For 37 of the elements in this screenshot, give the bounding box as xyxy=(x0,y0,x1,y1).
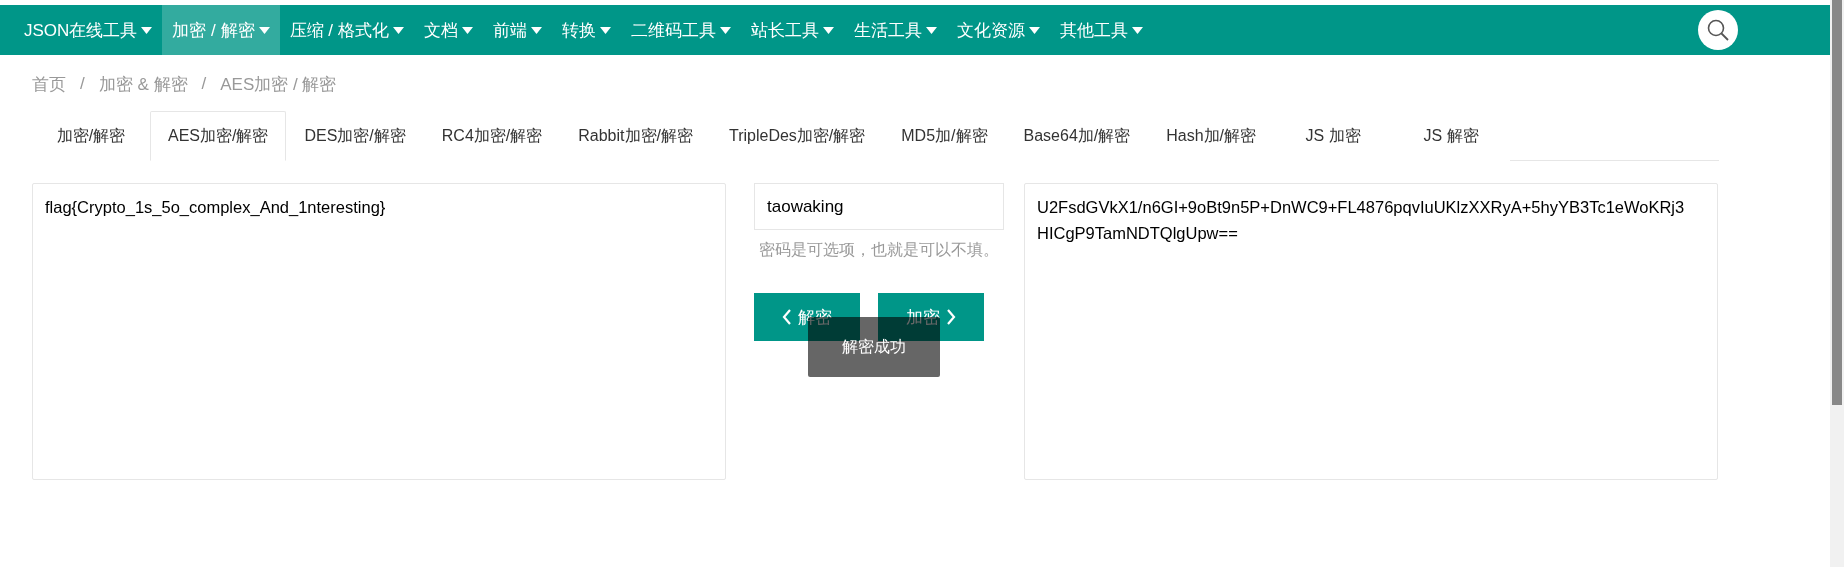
scrollbar[interactable] xyxy=(1830,0,1844,567)
caret-icon xyxy=(1131,26,1143,34)
search-icon xyxy=(1706,18,1730,42)
breadcrumb-link[interactable]: AES加密 / 解密 xyxy=(220,72,337,96)
plaintext-field[interactable]: flag{Crypto_1s_5o_complex_And_1nteresting} xyxy=(32,183,726,480)
caret-icon xyxy=(925,26,937,34)
nav-menu-item[interactable]: JSON在线工具 xyxy=(14,5,163,55)
chevron-left-icon xyxy=(782,309,792,325)
nav-menu-item[interactable]: 其他工具 xyxy=(1049,5,1153,55)
nav-menu-item[interactable]: 文化资源 xyxy=(946,5,1050,55)
chevron-right-icon xyxy=(946,309,956,325)
nav-menu-item[interactable]: 加密 / 解密 xyxy=(162,5,280,55)
search-button[interactable] xyxy=(1698,10,1738,50)
caret-icon xyxy=(530,26,542,34)
caret-icon xyxy=(461,26,473,34)
caret-icon xyxy=(1028,26,1040,34)
nav-menu-item[interactable]: 二维码工具 xyxy=(620,5,741,55)
nav-menu-item[interactable]: 前端 xyxy=(482,5,552,55)
nav-menu-item[interactable]: 文档 xyxy=(413,5,483,55)
breadcrumb-link[interactable]: 加密 & 解密 xyxy=(98,72,188,96)
breadcrumb-link[interactable]: 首页 xyxy=(32,72,66,96)
tab[interactable]: AES加密/解密 xyxy=(150,111,287,161)
nav-menu-item[interactable]: 站长工具 xyxy=(740,5,844,55)
caret-icon xyxy=(822,26,834,34)
caret-icon xyxy=(392,26,404,34)
caret-icon xyxy=(599,26,611,34)
ciphertext-field[interactable]: U2FsdGVkX1/n6GI+9oBt9n5P+DnWC9+FL4876pqvIuUKlzXXRyA+5hyYB3Tc1eWoKRj3HICgP9TamNDTQlgUpw== xyxy=(1024,183,1718,480)
nav-menu-item[interactable]: 生活工具 xyxy=(843,5,947,55)
caret-icon xyxy=(141,26,153,34)
password-hint: 密码是可选项，也就是可以不填。 xyxy=(758,240,1000,260)
breadcrumb-separator: / xyxy=(201,74,207,94)
caret-icon xyxy=(719,26,731,34)
breadcrumb-separator: / xyxy=(80,74,85,94)
password-field[interactable]: taowaking xyxy=(754,183,1004,230)
caret-icon xyxy=(258,26,270,34)
nav-menu-item[interactable]: 压缩 / 格式化 xyxy=(279,5,414,55)
nav-menu-item[interactable]: 转换 xyxy=(551,5,621,55)
